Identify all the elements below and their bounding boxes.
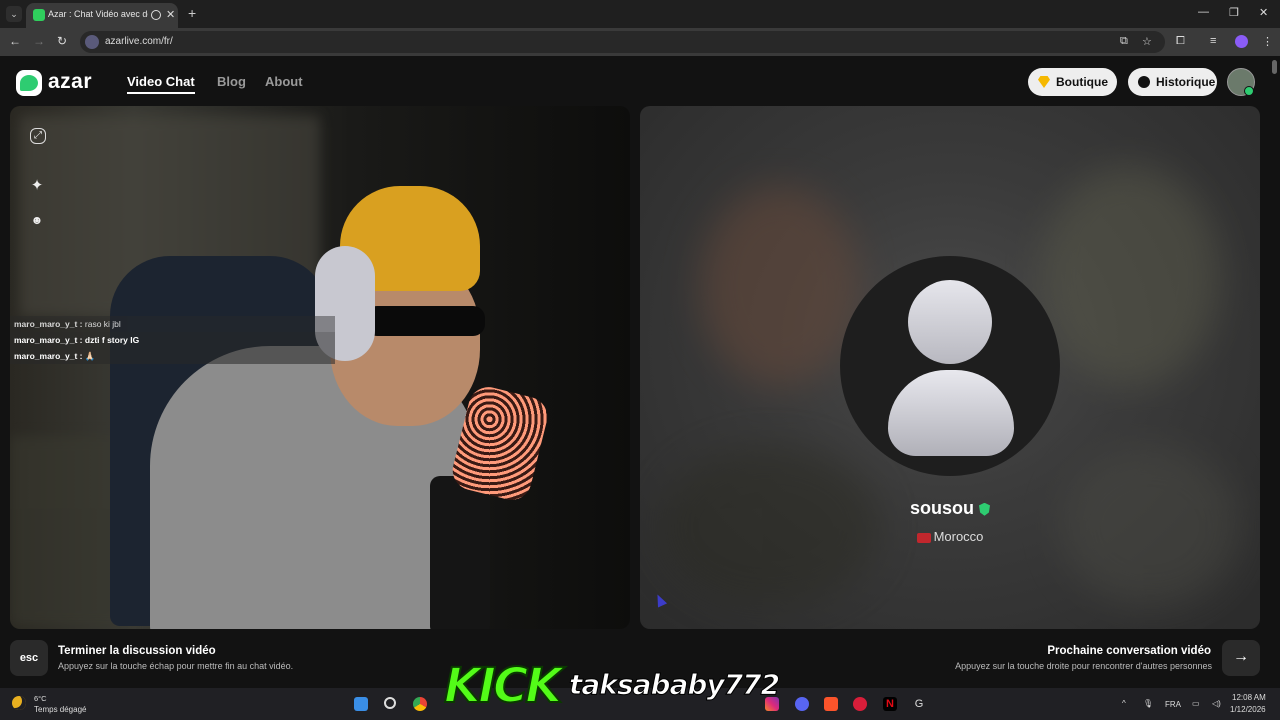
- nav-about[interactable]: About: [265, 74, 303, 89]
- tab-title: Azar : Chat Vidéo avec de: [48, 9, 148, 19]
- weather-condition: Temps dégagé: [34, 705, 87, 714]
- avatar-head-icon: [908, 280, 992, 364]
- self-video-panel: ⤢ ✦ ☻ maro_maro_y_t : raso ki jbl maro_m…: [10, 106, 630, 629]
- morocco-flag-icon: [916, 532, 931, 543]
- back-icon[interactable]: ←: [9, 34, 21, 48]
- next-chat-title: Prochaine conversation vidéo: [1047, 645, 1211, 657]
- language-indicator[interactable]: FRA: [1165, 700, 1181, 709]
- peer-avatar: [840, 256, 1060, 476]
- kick-username: taksababy772: [568, 668, 780, 702]
- sunglasses: [365, 306, 485, 336]
- start-icon[interactable]: [354, 697, 368, 711]
- peer-country: Morocco: [640, 529, 1260, 544]
- history-label: Historique: [1156, 75, 1216, 89]
- shop-label: Boutique: [1056, 75, 1108, 89]
- weather-temp: 6°C: [34, 694, 47, 703]
- url-text: azarlive.com/fr/: [105, 36, 173, 47]
- app-g-icon[interactable]: G: [912, 697, 926, 711]
- clock-time[interactable]: 12:08 AM: [1232, 693, 1266, 702]
- history-button[interactable]: Historique: [1128, 68, 1217, 96]
- address-bar[interactable]: azarlive.com/fr/ ⧉ ☆: [80, 31, 1165, 53]
- scrollbar[interactable]: [1272, 60, 1277, 74]
- gem-icon: [1038, 76, 1050, 88]
- chat-line: maro_maro_y_t : dzti f story IG: [10, 332, 335, 348]
- search-icon[interactable]: [384, 697, 396, 709]
- nav-video-chat[interactable]: Video Chat: [127, 74, 195, 94]
- kick-logo-text: KICK: [443, 657, 564, 715]
- recording-icon: [151, 10, 161, 20]
- fullscreen-icon[interactable]: ⤢: [30, 128, 46, 144]
- peer-video-panel: sousou Morocco: [640, 106, 1260, 629]
- peer-name: sousou: [640, 498, 1260, 519]
- reload-icon[interactable]: ↻: [57, 34, 67, 48]
- network-icon[interactable]: ▭: [1192, 699, 1200, 708]
- minimize-button[interactable]: —: [1198, 6, 1209, 18]
- discord-icon[interactable]: [795, 697, 809, 711]
- mic-stand: [430, 476, 490, 629]
- extensions-icon[interactable]: ⧠: [1176, 35, 1185, 48]
- volume-icon[interactable]: ◁): [1212, 699, 1221, 708]
- moon-weather-icon[interactable]: [12, 696, 26, 710]
- background-blur: [700, 186, 860, 386]
- mic-tray-icon[interactable]: 🎙: [1143, 699, 1153, 708]
- browser-toolbar: ← → ↻ azarlive.com/fr/ ⧉ ☆ ⧠ ≡ ⋮: [0, 28, 1280, 56]
- effects-sparkle-icon[interactable]: ✦: [23, 172, 51, 200]
- bookmark-star-icon[interactable]: ☆: [1142, 35, 1152, 48]
- background-blur: [660, 446, 880, 606]
- close-window-button[interactable]: ✕: [1259, 6, 1268, 19]
- tab-search-button[interactable]: ⌄: [6, 6, 22, 22]
- end-chat-title: Terminer la discussion vidéo: [58, 645, 216, 657]
- tab-close-icon[interactable]: ✕: [166, 8, 175, 21]
- end-chat-button[interactable]: esc: [10, 640, 48, 676]
- end-chat-subtitle: Appuyez sur la touche échap pour mettre …: [58, 661, 294, 671]
- online-badge: [1244, 86, 1254, 96]
- azar-logo-icon[interactable]: [16, 70, 42, 96]
- brave-icon[interactable]: [824, 697, 838, 711]
- menu-icon[interactable]: ⋮: [1262, 35, 1273, 48]
- filter-icon[interactable]: ☻: [23, 206, 51, 234]
- background-blur: [1040, 166, 1220, 386]
- browser-tab[interactable]: Azar : Chat Vidéo avec de ✕: [26, 3, 178, 28]
- site-info-icon[interactable]: [85, 35, 99, 49]
- clock-date[interactable]: 1/12/2026: [1230, 705, 1266, 714]
- chat-line: maro_maro_y_t : raso ki jbl: [10, 316, 335, 332]
- azar-page: azar Video Chat Blog About Boutique Hist…: [0, 56, 1280, 696]
- new-tab-button[interactable]: +: [188, 5, 196, 21]
- avatar-body-icon: [888, 370, 1014, 456]
- netflix-icon[interactable]: N: [883, 697, 897, 711]
- logo-text[interactable]: azar: [48, 70, 92, 94]
- shop-button[interactable]: Boutique: [1028, 68, 1117, 96]
- clock-icon: [1138, 76, 1150, 88]
- profile-avatar-icon[interactable]: [1235, 35, 1248, 48]
- chat-line: maro_maro_y_t : 🙏🏻: [10, 348, 335, 364]
- tray-expand-icon[interactable]: ^: [1122, 699, 1126, 708]
- app-icon[interactable]: [853, 697, 867, 711]
- cast-icon[interactable]: ⧉: [1120, 35, 1128, 48]
- microphone: [448, 382, 552, 505]
- azar-favicon-icon: [33, 9, 45, 21]
- restore-button[interactable]: ❐: [1229, 6, 1239, 19]
- next-chat-button[interactable]: →: [1222, 640, 1260, 676]
- background-blur: [1060, 446, 1240, 606]
- forward-icon[interactable]: →: [33, 34, 45, 48]
- media-icon[interactable]: ≡: [1210, 35, 1216, 47]
- browser-tab-strip: ⌄ Azar : Chat Vidéo avec de ✕ + — ❐ ✕: [0, 0, 1280, 28]
- verified-badge-icon: [979, 502, 990, 516]
- nav-blog[interactable]: Blog: [217, 74, 246, 89]
- next-chat-subtitle: Appuyez sur la touche droite pour rencon…: [955, 661, 1212, 671]
- chrome-icon[interactable]: [413, 697, 427, 711]
- stream-chat-overlay: maro_maro_y_t : raso ki jbl maro_maro_y_…: [10, 316, 335, 364]
